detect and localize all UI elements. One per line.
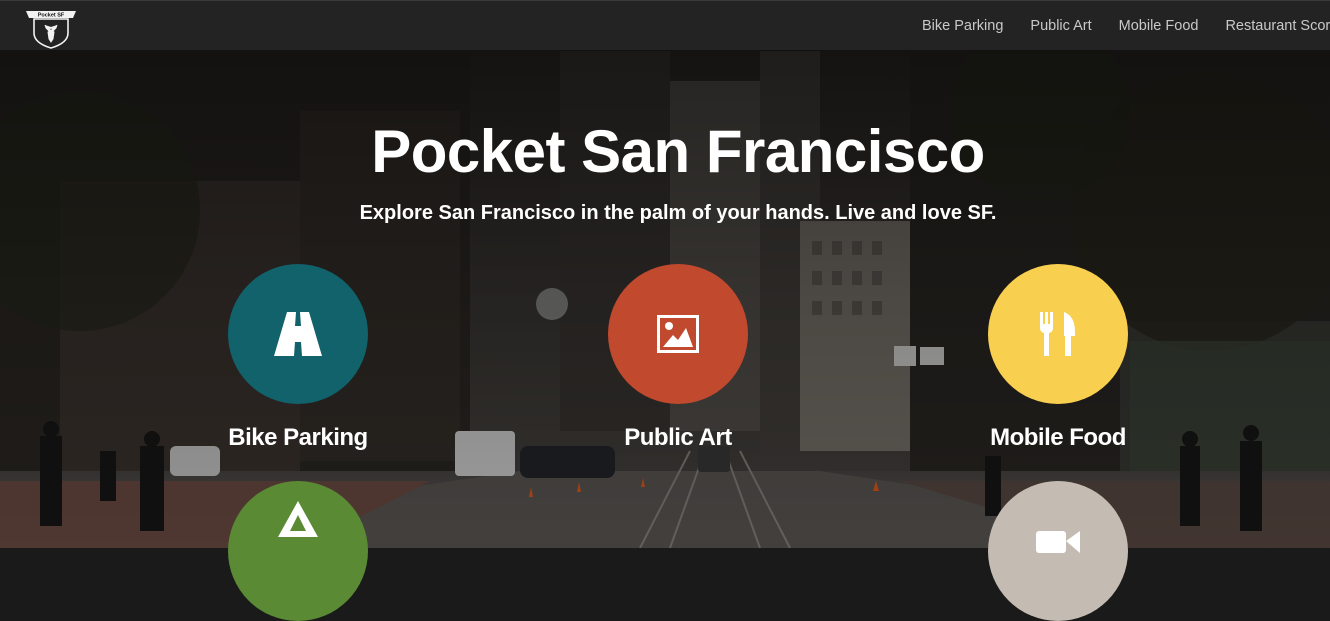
deer-shield-icon[interactable]: Pocket SF [22, 5, 80, 49]
nav-link-public-art[interactable]: Public Art [1030, 1, 1091, 52]
page-subtitle: Explore San Francisco in the palm of you… [359, 202, 997, 224]
feature-partial-right[interactable] [948, 481, 1168, 621]
video-camera-icon [1036, 531, 1080, 553]
nav-links: Bike Parking Public Art Mobile Food Restaur… [922, 1, 1330, 52]
picture-icon [657, 315, 699, 353]
top-navbar: Pocket SF Bike Parking Public Art Mobile F… [0, 0, 1330, 51]
nav-link-mobile-food[interactable]: Mobile Food [1119, 1, 1199, 52]
feature-public-art[interactable]: Public Art [568, 264, 788, 452]
road-icon [274, 312, 322, 356]
public-art-circle[interactable] [608, 264, 748, 404]
feature-circle-green[interactable] [228, 481, 368, 621]
bike-parking-circle[interactable] [228, 264, 368, 404]
feature-label-public-art: Public Art [624, 424, 732, 451]
feature-label-bike-parking: Bike Parking [228, 424, 368, 451]
nav-link-restaurant-scores[interactable]: Restaurant Scores [1225, 1, 1330, 52]
feature-partial-left[interactable] [188, 481, 408, 621]
mobile-food-circle[interactable] [988, 264, 1128, 404]
page-title: Pocket San Francisco [371, 118, 985, 185]
logo-text: Pocket SF [38, 13, 65, 19]
feature-bike-parking[interactable]: Bike Parking [188, 264, 408, 452]
triangle-icon [278, 501, 318, 537]
nav-link-bike-parking[interactable]: Bike Parking [922, 1, 1003, 52]
fork-knife-icon [1040, 312, 1075, 356]
feature-circle-gray[interactable] [988, 481, 1128, 621]
feature-mobile-food[interactable]: Mobile Food [948, 264, 1168, 452]
feature-label-mobile-food: Mobile Food [990, 424, 1126, 451]
